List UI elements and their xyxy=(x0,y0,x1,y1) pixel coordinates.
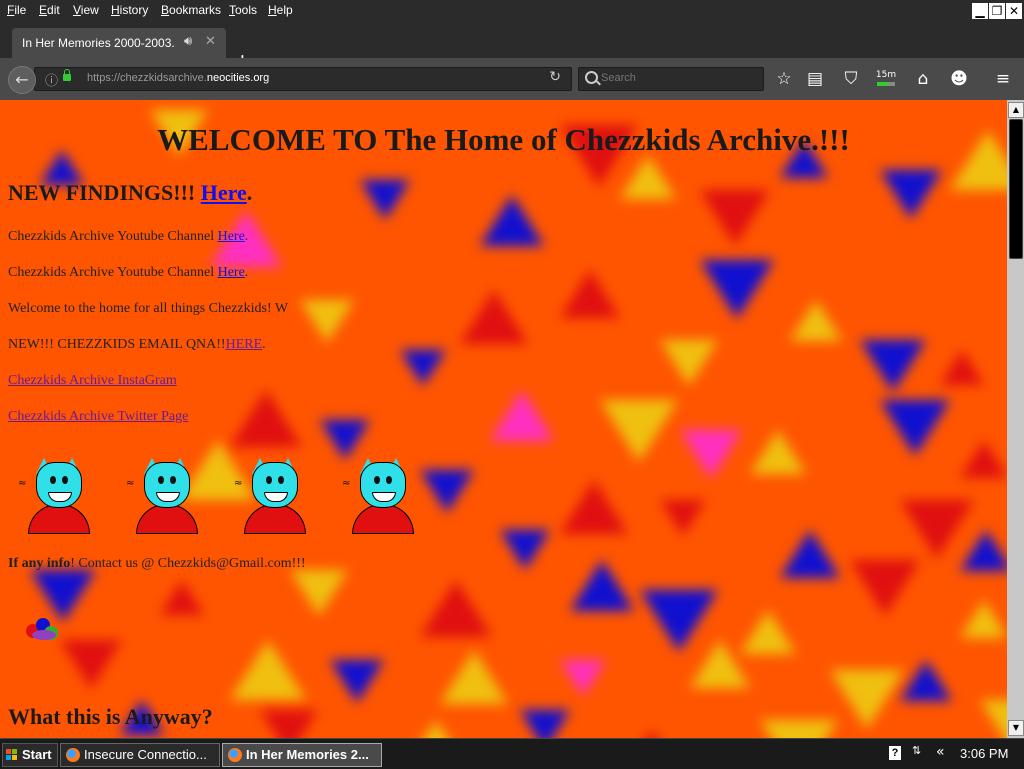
youtube-here-link-2[interactable]: Here xyxy=(218,265,245,280)
timer-label: 15m xyxy=(875,70,897,80)
search-icon xyxy=(585,71,598,84)
youtube-end-2: . xyxy=(244,265,249,280)
url-domain: neocities.org xyxy=(206,72,270,84)
home-icon[interactable]: ⌂ xyxy=(911,67,935,91)
page-content: WELCOME TO The Home of Chezzkids Archive… xyxy=(0,100,1007,738)
timer-progress xyxy=(877,82,895,86)
system-clock[interactable]: 3:06 PM xyxy=(960,746,1008,761)
laughing-cat-image: ≈ xyxy=(342,458,414,534)
youtube-line-2: Chezzkids Archive Youtube Channel Here. xyxy=(8,265,248,281)
network-icon[interactable]: ⇅ xyxy=(912,744,921,757)
bookmark-star-icon[interactable]: ☆ xyxy=(772,67,796,91)
contact-bold-text: If any info xyxy=(8,556,71,571)
menu-help[interactable]: Help xyxy=(268,3,293,17)
timer-button[interactable]: 15m xyxy=(874,70,898,94)
menu-history[interactable]: History xyxy=(111,3,148,17)
contact-text: ! Contact us @ Chezzkids@Gmail.com!!! xyxy=(70,556,306,571)
pocket-icon[interactable]: ⛉ xyxy=(839,67,863,91)
findings-end: . xyxy=(246,180,253,205)
youtube-text-2: Chezzkids Archive Youtube Channel xyxy=(8,265,218,280)
youtube-line-1: Chezzkids Archive Youtube Channel Here. xyxy=(8,229,248,245)
menu-view[interactable]: View xyxy=(73,3,99,17)
contact-line: If any info! Contact us @ Chezzkids@Gmai… xyxy=(8,556,306,572)
help-icon[interactable]: ? xyxy=(889,746,901,760)
menu-file[interactable]: File xyxy=(7,3,26,17)
tab-close-icon[interactable]: ✕ xyxy=(205,34,216,49)
vertical-scrollbar[interactable]: ▲ ▼ xyxy=(1007,100,1024,738)
menu-edit[interactable]: Edit xyxy=(39,3,60,17)
findings-text: NEW FINDINGS!!! xyxy=(8,180,201,205)
welcome-text: Welcome to the home for all things Chezz… xyxy=(8,301,289,316)
speaker-icon[interactable]: 🔊︎ xyxy=(184,34,192,49)
hamburger-menu-icon[interactable]: ≡ xyxy=(991,67,1015,91)
start-label: Start xyxy=(22,747,52,762)
menu-bar: File Edit View History Bookmarks Tools H… xyxy=(0,0,1024,22)
url-bar[interactable]: ⓘ https://chezzkidsarchive.neocities.org… xyxy=(34,67,572,91)
start-button[interactable]: Start xyxy=(2,743,58,767)
taskbar: Start Insecure Connectio... In Her Memor… xyxy=(0,738,1024,769)
taskbar-item-insecure-connection[interactable]: Insecure Connectio... xyxy=(60,743,220,767)
reading-list-icon[interactable]: ▤ xyxy=(803,67,827,91)
navigation-toolbar: ⓘ https://chezzkidsarchive.neocities.org… xyxy=(0,58,1024,100)
firefox-icon xyxy=(66,748,80,762)
youtube-end-1: . xyxy=(244,229,249,244)
menu-bookmarks[interactable]: Bookmarks xyxy=(161,3,221,17)
site-info-icon[interactable]: ⓘ xyxy=(45,70,58,89)
scroll-down-arrow-icon[interactable]: ▼ xyxy=(1008,720,1024,736)
twitter-line: Chezzkids Archive Twitter Page xyxy=(8,409,188,425)
url-text[interactable]: https://chezzkidsarchive.neocities.org xyxy=(87,72,269,84)
scrollbar-thumb[interactable] xyxy=(1009,119,1023,259)
qna-text: NEW!!! CHEZZKIDS EMAIL QNA!! xyxy=(8,337,226,352)
youtube-text-1: Chezzkids Archive Youtube Channel xyxy=(8,229,218,244)
close-window-button[interactable]: ✕ xyxy=(1006,3,1022,19)
instagram-link[interactable]: Chezzkids Archive InstaGram xyxy=(8,373,177,388)
qna-end: . xyxy=(262,337,266,352)
search-bar[interactable] xyxy=(578,67,764,91)
back-button[interactable]: ← xyxy=(8,66,36,94)
windows-flag-icon xyxy=(6,749,18,761)
tab-strip: In Her Memories 2000-2003. 🔊︎ ✕ + xyxy=(0,22,1024,71)
new-findings-heading: NEW FINDINGS!!! Here. xyxy=(8,180,252,206)
qna-here-link[interactable]: HERE xyxy=(226,337,263,352)
what-this-is-heading: What this is Anyway? xyxy=(8,704,213,729)
laughing-cat-image: ≈ xyxy=(234,458,306,534)
tab-active[interactable]: In Her Memories 2000-2003. 🔊︎ ✕ xyxy=(12,28,226,58)
menu-tools[interactable]: Tools xyxy=(229,3,257,17)
twitter-link[interactable]: Chezzkids Archive Twitter Page xyxy=(8,409,188,424)
search-input[interactable] xyxy=(601,71,751,85)
page-viewport[interactable]: WELCOME TO The Home of Chezzkids Archive… xyxy=(0,100,1007,738)
taskbar-item-label: Insecure Connectio... xyxy=(84,747,207,762)
tray-expand-icon[interactable]: « xyxy=(936,744,945,760)
findings-here-link[interactable]: Here xyxy=(201,180,247,205)
taskbar-item-label: In Her Memories 2... xyxy=(246,747,369,762)
tab-title: In Her Memories 2000-2003. xyxy=(22,36,175,50)
firefox-icon xyxy=(228,748,242,762)
laughing-cat-image: ≈ xyxy=(126,458,198,534)
reload-icon[interactable]: ↻ xyxy=(549,69,561,85)
small-cartoon-image xyxy=(24,616,62,642)
scroll-up-arrow-icon[interactable]: ▲ xyxy=(1008,102,1024,118)
qna-line: NEW!!! CHEZZKIDS EMAIL QNA!!HERE. xyxy=(8,337,266,353)
restore-button[interactable]: ❐ xyxy=(989,3,1005,19)
back-arrow-icon: ← xyxy=(15,70,29,89)
instagram-line: Chezzkids Archive InstaGram xyxy=(8,373,177,389)
laughing-cat-image: ≈ xyxy=(18,458,90,534)
lock-icon xyxy=(63,69,71,81)
minimize-button[interactable]: ▁ xyxy=(972,3,988,19)
page-title: WELCOME TO The Home of Chezzkids Archive… xyxy=(157,122,850,157)
youtube-here-link-1[interactable]: Here xyxy=(218,229,245,244)
taskbar-item-in-her-memories[interactable]: In Her Memories 2... xyxy=(222,743,382,767)
smiley-feedback-icon[interactable]: ☻ xyxy=(947,67,971,91)
url-prefix: https://chezzkidsarchive. xyxy=(87,72,207,84)
